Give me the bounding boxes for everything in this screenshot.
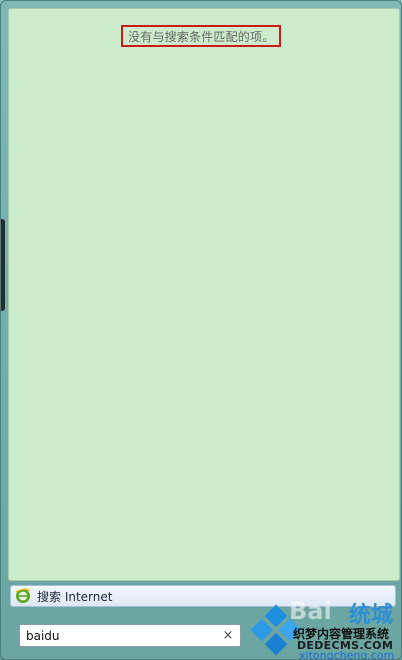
search-internet-label: 搜索 Internet — [37, 589, 113, 604]
start-menu-panel: 没有与搜索条件匹配的项。 搜索 Internet × Bai 统城 织梦内 — [0, 0, 402, 660]
ie-icon — [15, 588, 31, 603]
start-search-box[interactable]: × — [19, 624, 241, 647]
search-results-pane: 没有与搜索条件匹配的项。 — [8, 8, 400, 581]
window-edge — [1, 219, 5, 311]
clear-icon[interactable]: × — [219, 627, 237, 645]
no-results-message: 没有与搜索条件匹配的项。 — [121, 25, 282, 47]
search-internet-button[interactable]: 搜索 Internet — [10, 585, 396, 607]
no-results-text: 没有与搜索条件匹配的项。 — [128, 29, 275, 44]
search-input[interactable] — [20, 625, 219, 646]
search-bar-area: × — [1, 611, 402, 660]
